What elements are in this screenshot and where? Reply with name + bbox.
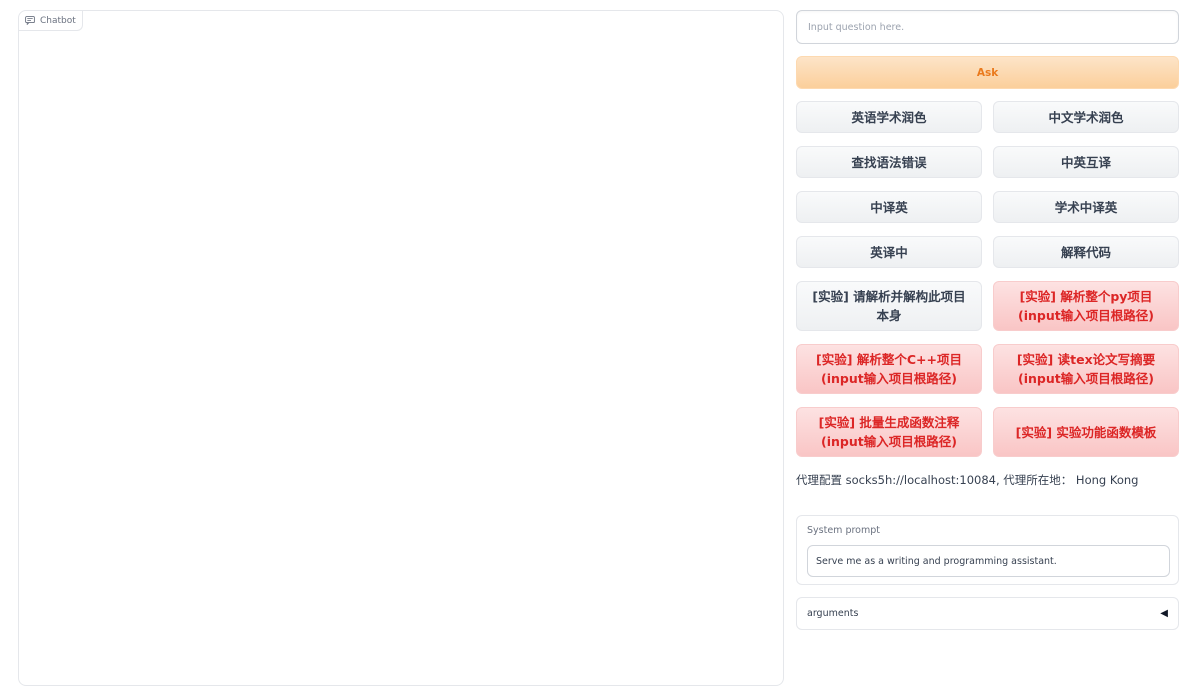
read-tex-paper-button[interactable]: [实验] 读tex论文写摘要(input输入项目根路径) xyxy=(993,344,1179,394)
control-panel: Ask 英语学术润色 中文学术润色 查找语法错误 中英互译 中译英 学术中译英 … xyxy=(796,10,1179,630)
chatbot-panel: Chatbot xyxy=(18,10,784,686)
chatbot-label-text: Chatbot xyxy=(40,15,76,26)
chatbot-label: Chatbot xyxy=(19,11,83,31)
find-grammar-errors-button[interactable]: 查找语法错误 xyxy=(796,146,982,178)
analyze-self-project-button[interactable]: [实验] 请解析并解构此项目本身 xyxy=(796,281,982,331)
analyze-cpp-project-button[interactable]: [实验] 解析整个C++项目(input输入项目根路径) xyxy=(796,344,982,394)
arguments-accordion[interactable]: arguments ◀ xyxy=(796,597,1179,630)
chinese-english-translate-button[interactable]: 中英互译 xyxy=(993,146,1179,178)
chinese-to-english-button[interactable]: 中译英 xyxy=(796,191,982,223)
system-prompt-input[interactable] xyxy=(807,545,1170,577)
arguments-label: arguments xyxy=(807,608,859,619)
experimental-function-template-button[interactable]: [实验] 实验功能函数模板 xyxy=(993,407,1179,457)
academic-chinese-to-english-button[interactable]: 学术中译英 xyxy=(993,191,1179,223)
batch-generate-comments-button[interactable]: [实验] 批量生成函数注释(input输入项目根路径) xyxy=(796,407,982,457)
chinese-academic-polish-button[interactable]: 中文学术润色 xyxy=(993,101,1179,133)
english-academic-polish-button[interactable]: 英语学术润色 xyxy=(796,101,982,133)
system-prompt-label: System prompt xyxy=(807,525,880,536)
explain-code-button[interactable]: 解释代码 xyxy=(993,236,1179,268)
analyze-py-project-button[interactable]: [实验] 解析整个py项目(input输入项目根路径) xyxy=(993,281,1179,331)
ask-button[interactable]: Ask xyxy=(796,56,1179,89)
chat-icon xyxy=(25,16,35,25)
system-prompt-box: System prompt xyxy=(796,515,1179,585)
question-input[interactable] xyxy=(796,10,1179,44)
triangle-left-icon: ◀ xyxy=(1160,608,1168,619)
english-to-chinese-button[interactable]: 英译中 xyxy=(796,236,982,268)
proxy-info: 代理配置 socks5h://localhost:10084, 代理所在地： H… xyxy=(796,473,1139,487)
